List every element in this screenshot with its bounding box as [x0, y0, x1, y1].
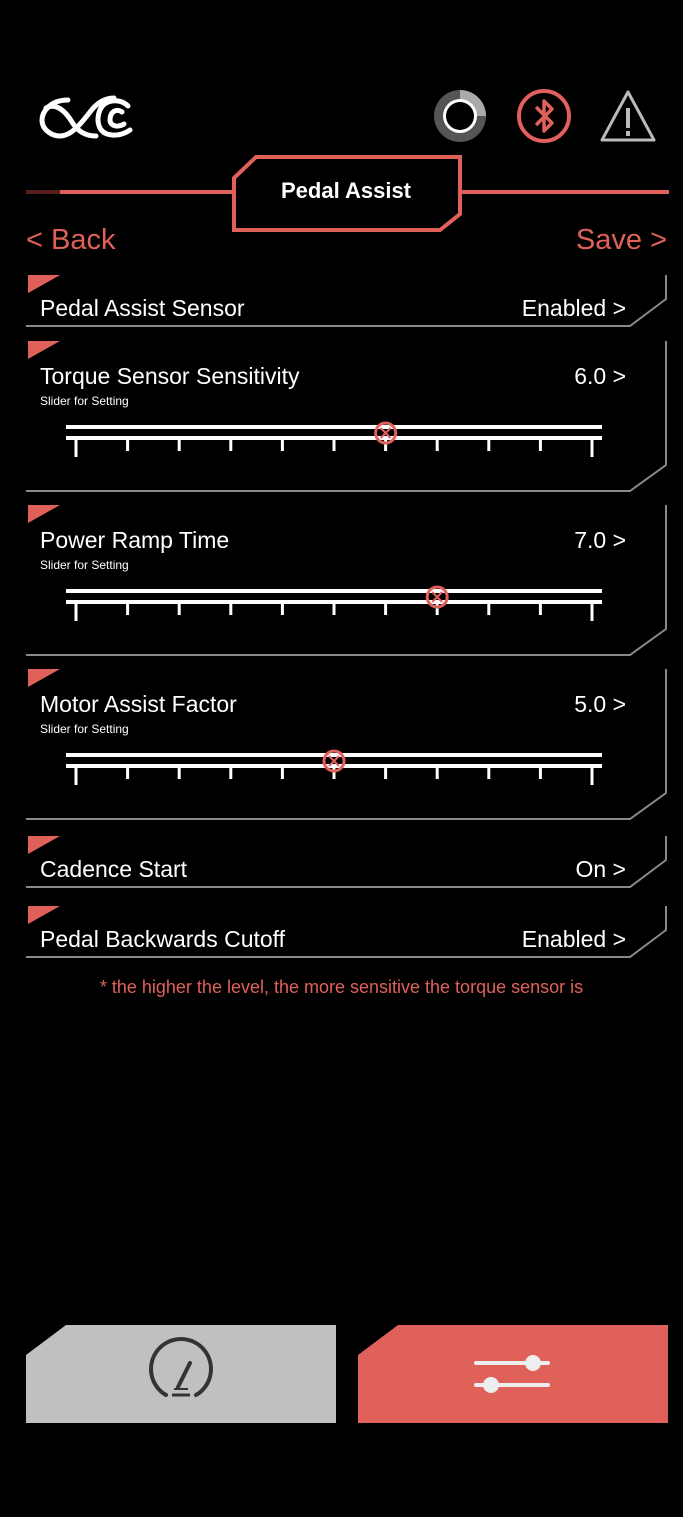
back-button[interactable]: < Back [26, 224, 115, 257]
row-value[interactable]: 6.0 > [574, 363, 626, 390]
row-value[interactable]: On > [575, 856, 626, 883]
power-ramp-slider[interactable] [66, 585, 602, 625]
flag-icon [28, 906, 60, 924]
row-label: Power Ramp Time [40, 527, 230, 553]
row-label: Cadence Start [40, 856, 188, 882]
bluetooth-icon[interactable] [514, 88, 574, 144]
footnote: * the higher the level, the more sensiti… [99, 977, 584, 997]
tab-line-accent [26, 190, 60, 194]
settings-button[interactable] [358, 1325, 668, 1423]
brake-disc-icon [434, 90, 486, 142]
row-label: Motor Assist Factor [40, 691, 237, 717]
save-button[interactable]: Save > [576, 224, 667, 257]
row-value[interactable]: 7.0 > [574, 527, 626, 554]
row-label: Torque Sensor Sensitivity [40, 363, 300, 389]
dashboard-button[interactable] [26, 1325, 336, 1423]
page-title: Pedal Assist [280, 178, 412, 203]
setting-row-pedal-assist-sensor[interactable]: Pedal Assist Sensor Enabled > [26, 275, 669, 329]
flag-icon [28, 341, 60, 359]
row-value[interactable]: Enabled > [522, 295, 626, 322]
flag-icon [28, 275, 60, 293]
row-label: Pedal Assist Sensor [40, 295, 245, 321]
setting-row-torque-sensor-sensitivity[interactable]: Torque Sensor Sensitivity 6.0 > Slider f… [26, 341, 669, 494]
flag-icon [28, 669, 60, 687]
torque-sensitivity-slider[interactable] [66, 421, 602, 461]
row-sublabel: Slider for Setting [40, 394, 129, 408]
setting-row-power-ramp-time[interactable]: Power Ramp Time 7.0 > Slider for Setting [26, 505, 669, 658]
row-sublabel: Slider for Setting [40, 722, 129, 736]
flag-icon [28, 505, 60, 523]
row-value[interactable]: 5.0 > [574, 691, 626, 718]
warning-icon[interactable] [598, 88, 658, 144]
setting-row-cadence-start[interactable]: Cadence Start On > [26, 836, 669, 890]
row-sublabel: Slider for Setting [40, 558, 129, 572]
setting-row-motor-assist-factor[interactable]: Motor Assist Factor 5.0 > Slider for Set… [26, 669, 669, 822]
setting-row-pedal-backwards-cutoff[interactable]: Pedal Backwards Cutoff Enabled > [26, 906, 669, 960]
flag-icon [28, 836, 60, 854]
row-label: Pedal Backwards Cutoff [40, 926, 286, 952]
motor-assist-slider[interactable] [66, 749, 602, 789]
tab-line-right [460, 190, 669, 194]
cyc-logo-icon [39, 95, 133, 139]
row-value[interactable]: Enabled > [522, 926, 626, 953]
